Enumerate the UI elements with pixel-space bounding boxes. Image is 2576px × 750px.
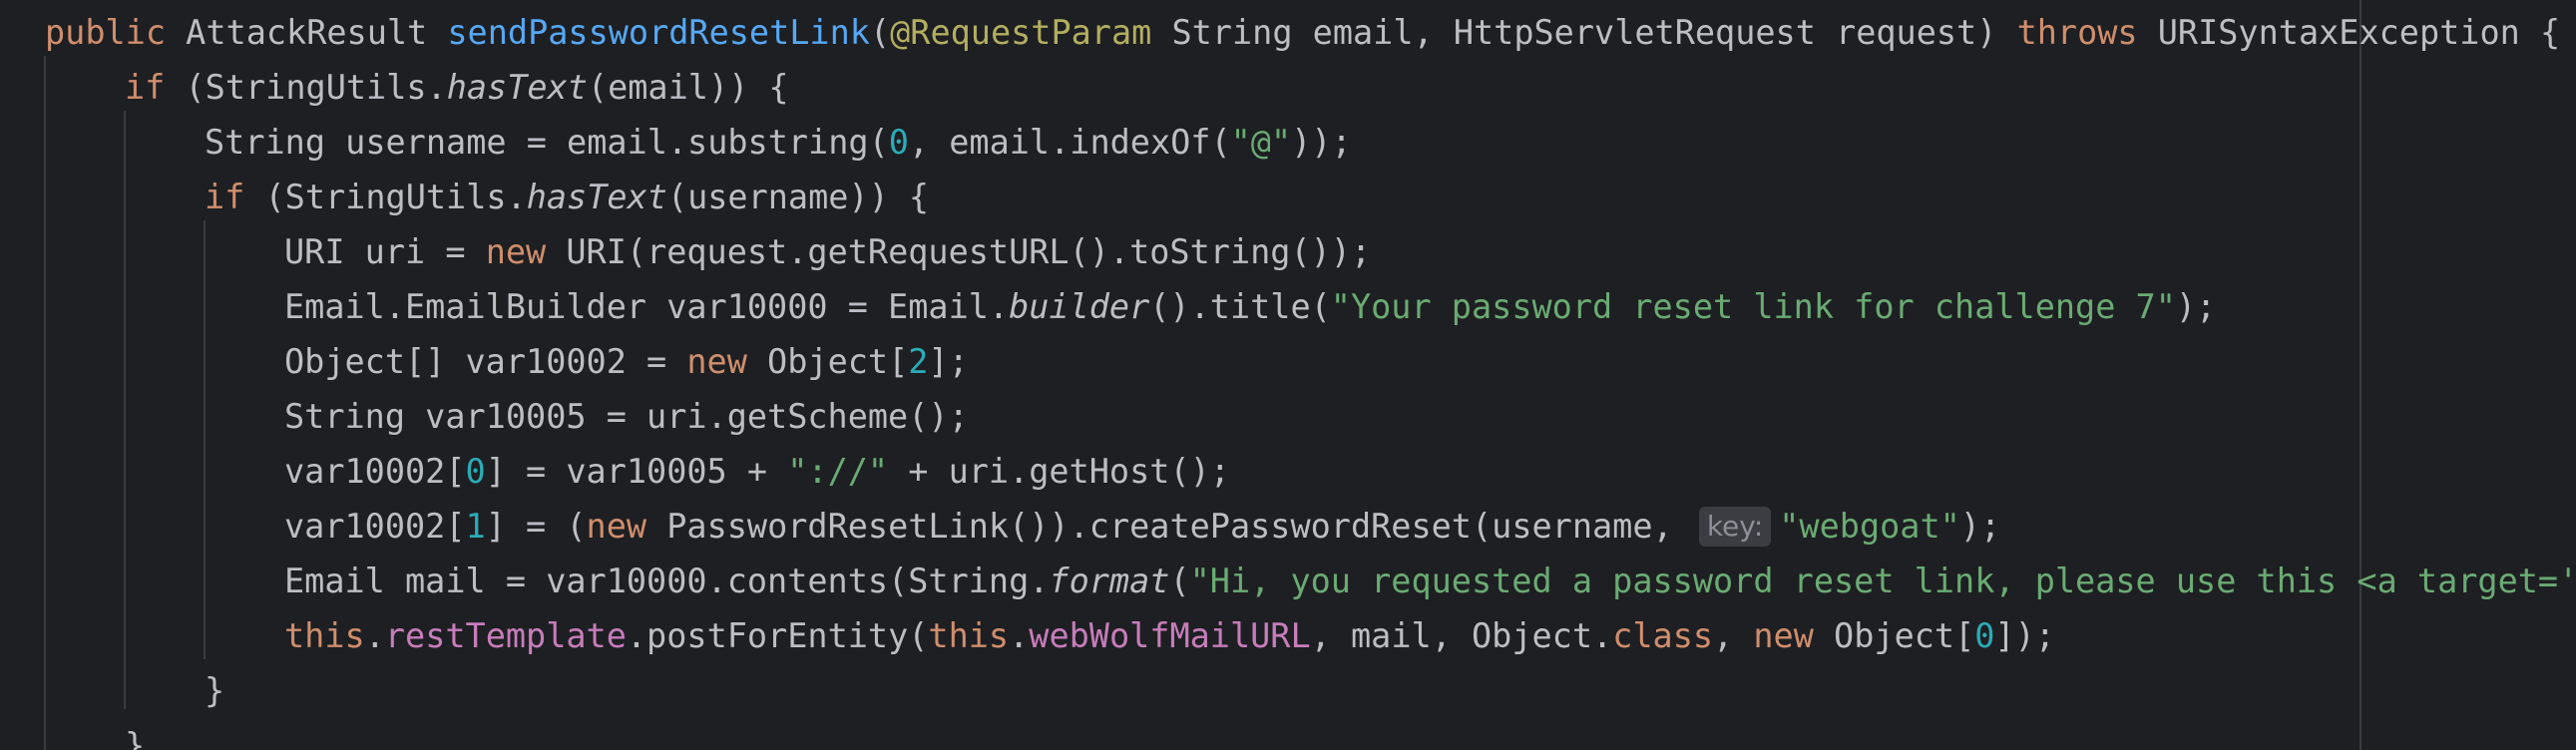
closing-brace: } [125,726,146,750]
code-text: var10002[ [284,452,466,491]
string-literal: "webgoat" [1779,507,1960,546]
static-method: hasText [526,178,667,216]
field-reference: webWolfMailURL [1029,616,1311,655]
code-text: ); [1959,507,2001,546]
parameters: String email, HttpServletRequest request… [1151,13,2017,52]
parameter-name-hint: key: [1698,507,1772,547]
code-line-email-builder[interactable]: Email.EmailBuilder var10000 = Email.buil… [0,279,2216,334]
code-line-scheme[interactable]: String var10005 = uri.getScheme(); [0,389,969,444]
code-text: ().title( [1149,287,1331,326]
keyword-throws: throws [2016,13,2138,52]
code-line-object-array[interactable]: Object[] var10002 = new Object[2]; [0,334,969,389]
static-method: builder [1009,287,1150,326]
keyword-class: class [1612,616,1714,655]
annotation: @RequestParam [890,13,1152,52]
keyword-new: new [1753,616,1814,655]
keyword-this: this [928,616,1010,655]
code-line-username[interactable]: String username = email.substring(0, ema… [0,115,1352,170]
code-text: , email.indexOf( [908,123,1231,162]
code-line-reset-link[interactable]: var10002[1] = (new PasswordResetLink()).… [0,499,2000,554]
code-text: Object[ [1813,616,1975,655]
code-text: PasswordResetLink()).createPasswordReset… [646,507,1693,546]
code-text: .postForEntity( [626,616,929,655]
keyword-this: this [284,616,365,655]
code-editor[interactable]: public AttackResult sendPasswordResetLin… [0,0,2576,750]
number-literal: 0 [1974,616,1995,655]
code-text: , [1713,616,1754,655]
code-line-post-for-entity[interactable]: this.restTemplate.postForEntity(this.web… [0,608,2055,663]
field-reference: restTemplate [384,616,627,655]
code-text: Email.EmailBuilder var10000 = Email. [284,287,1010,326]
method-name: sendPasswordResetLink [447,13,870,52]
keyword-public: public [45,13,167,52]
closing-brace: } [205,671,225,710]
code-text: var10002[ [284,507,466,546]
code-text: + uri.getHost(); [888,452,1230,491]
number-literal: 2 [908,342,929,381]
code-line-if-username[interactable]: if (StringUtils.hasText(username)) { [0,170,929,224]
keyword-new: new [586,507,647,546]
static-method: format [1049,562,1170,600]
code-text: ); [2175,287,2217,326]
keyword-if: if [125,68,166,107]
code-text: Email mail = var10000.contents(String. [284,562,1050,600]
code-line-uri[interactable]: URI uri = new URI(request.getRequestURL(… [0,224,1371,279]
right-margin-guide [2360,0,2361,750]
number-literal: 1 [465,507,486,546]
code-text: . [364,616,385,655]
code-text: ( [1169,562,1190,600]
code-text: (StringUtils. [244,178,527,216]
code-text: ] = var10005 + [485,452,788,491]
static-method: hasText [446,68,588,107]
code-text: Object[] var10002 = [284,342,687,381]
code-line-if-email[interactable]: if (StringUtils.hasText(email)) { [0,60,789,115]
code-text: String var10005 = uri.getScheme(); [284,397,969,436]
code-line-method-signature[interactable]: public AttackResult sendPasswordResetLin… [0,5,2560,60]
code-text: URI(request.getRequestURL().toString()); [546,232,1372,271]
code-line-close-brace[interactable]: } [0,718,145,750]
code-text: (StringUtils. [165,68,447,107]
code-text: (username)) { [666,178,930,216]
code-text: Object[ [746,342,909,381]
paren: ( [869,13,891,52]
keyword-new: new [686,342,747,381]
code-text: ]); [1994,616,2055,655]
code-text: ]; [928,342,969,381]
code-line-close-brace[interactable]: } [0,663,224,718]
return-type: AttackResult [166,13,448,52]
string-literal: "Hi, you requested a password reset link… [1189,562,2576,600]
string-literal: "://" [787,452,889,491]
string-literal: "Your password reset link for challenge … [1330,287,2176,326]
string-literal: "@" [1230,123,1292,162]
code-text: ] = ( [485,507,587,546]
exception-type: URISyntaxException { [2137,13,2561,52]
keyword-new: new [485,232,547,271]
keyword-if: if [205,178,245,216]
number-literal: 0 [888,123,909,162]
code-text: URI uri = [284,232,486,271]
code-text: String username = email.substring( [205,123,889,162]
code-line-host[interactable]: var10002[0] = var10005 + "://" + uri.get… [0,444,1230,499]
code-text: . [1009,616,1030,655]
number-literal: 0 [465,452,486,491]
code-line-email-contents[interactable]: Email mail = var10000.contents(String.fo… [0,554,2576,608]
code-text: )); [1291,123,1352,162]
code-text: (email)) { [587,68,789,107]
code-text: , mail, Object. [1310,616,1613,655]
